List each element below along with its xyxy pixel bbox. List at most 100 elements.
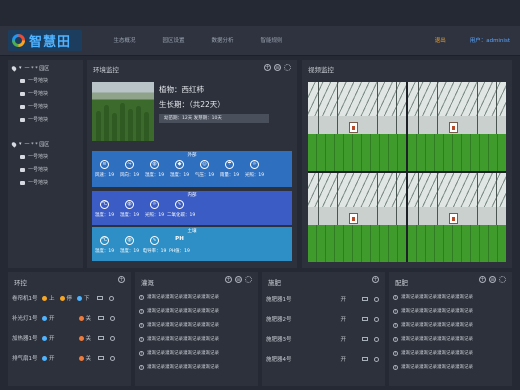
log-item[interactable]: ! 灌溉记录灌溉记录灌溉记录灌溉记录 bbox=[393, 350, 473, 356]
settings-icon[interactable] bbox=[110, 335, 116, 341]
log-item[interactable]: ! 灌溉记录灌溉记录灌溉记录灌溉记录 bbox=[139, 336, 219, 342]
panel-actions: + ≡ bbox=[479, 276, 506, 283]
control-row: 加热器1号 开 关 bbox=[12, 334, 116, 342]
greenhouse-rib bbox=[376, 173, 378, 227]
settings-icon[interactable] bbox=[108, 295, 114, 301]
sensor: ☼ 光照：19 bbox=[242, 160, 267, 178]
camera-feed[interactable] bbox=[308, 82, 406, 171]
control-option[interactable]: 开 bbox=[49, 314, 55, 322]
list-icon[interactable]: ≡ bbox=[274, 64, 281, 71]
gear-icon[interactable] bbox=[499, 276, 506, 283]
panel-actions: + bbox=[118, 276, 125, 283]
add-icon[interactable]: + bbox=[118, 276, 125, 283]
device-state[interactable]: 开 bbox=[340, 315, 346, 323]
gear-icon[interactable] bbox=[284, 64, 291, 71]
log-text: 灌溉记录灌溉记录灌溉记录灌溉记录 bbox=[401, 295, 473, 300]
folder-icon bbox=[20, 91, 25, 96]
tree-group[interactable]: ▾ 一 * * 园区 bbox=[8, 138, 83, 150]
tree-item[interactable]: 一号地块 bbox=[8, 163, 83, 176]
log-item[interactable]: ! 灌溉记录灌溉记录灌溉记录灌溉记录 bbox=[393, 322, 473, 328]
status-led[interactable] bbox=[59, 295, 65, 301]
status-led[interactable] bbox=[77, 295, 83, 301]
toggle-icon[interactable] bbox=[362, 357, 368, 361]
tree-item[interactable]: 一号地块 bbox=[8, 100, 83, 113]
list-icon[interactable]: ≡ bbox=[235, 276, 242, 283]
device-state[interactable]: 开 bbox=[340, 355, 346, 363]
nav-item-data-analysis[interactable]: 数据分析 bbox=[198, 26, 247, 56]
status-led[interactable] bbox=[42, 355, 47, 361]
toggle-icon[interactable] bbox=[98, 356, 105, 360]
log-item[interactable]: ! 灌溉记录灌溉记录灌溉记录灌溉记录 bbox=[139, 308, 219, 314]
control-option[interactable]: 关 bbox=[86, 334, 92, 342]
camera-feed[interactable] bbox=[408, 173, 506, 262]
user-name[interactable]: 用户：administ bbox=[470, 26, 510, 56]
greenhouse-rib bbox=[496, 173, 498, 227]
tree-item[interactable]: 一号地块 bbox=[8, 113, 83, 126]
control-option[interactable]: 停 bbox=[67, 294, 73, 302]
toggle-icon[interactable] bbox=[98, 336, 105, 340]
nav-item-park-settings[interactable]: 园区设置 bbox=[149, 26, 198, 56]
settings-icon[interactable] bbox=[110, 355, 116, 361]
caret-down-icon[interactable]: ▾ bbox=[19, 65, 22, 71]
device-state[interactable]: 开 bbox=[340, 295, 346, 303]
control-option[interactable]: 关 bbox=[86, 314, 92, 322]
device-state[interactable]: 开 bbox=[340, 335, 346, 343]
settings-icon[interactable] bbox=[374, 296, 379, 302]
toggle-icon[interactable] bbox=[96, 296, 103, 300]
log-text: 灌溉记录灌溉记录灌溉记录灌溉记录 bbox=[147, 309, 219, 314]
settings-icon[interactable] bbox=[374, 336, 379, 342]
tree-item[interactable]: 一号地块 bbox=[8, 87, 83, 100]
tree-item[interactable]: 一号地块 bbox=[8, 150, 83, 163]
status-led[interactable] bbox=[42, 315, 47, 321]
toggle-icon[interactable] bbox=[362, 297, 368, 301]
tree-gap bbox=[8, 126, 83, 136]
toggle-icon[interactable] bbox=[362, 317, 368, 321]
tree-item[interactable]: 一号地块 bbox=[8, 74, 83, 87]
log-item[interactable]: ! 灌溉记录灌溉记录灌溉记录灌溉记录 bbox=[139, 322, 219, 328]
log-item[interactable]: ! 灌溉记录灌溉记录灌溉记录灌溉记录 bbox=[139, 294, 219, 300]
status-led[interactable] bbox=[78, 355, 84, 361]
log-item[interactable]: ! 灌溉记录灌溉记录灌溉记录灌溉记录 bbox=[139, 350, 219, 356]
camera-feed[interactable] bbox=[408, 82, 506, 171]
caret-down-icon[interactable]: ▾ bbox=[19, 141, 22, 147]
plant-photo bbox=[92, 82, 154, 141]
log-item[interactable]: ! 灌溉记录灌溉记录灌溉记录灌溉记录 bbox=[393, 364, 473, 370]
add-icon[interactable]: + bbox=[372, 276, 379, 283]
toggle-icon[interactable] bbox=[362, 337, 368, 341]
greenhouse-rib bbox=[396, 82, 398, 136]
status-led[interactable] bbox=[78, 335, 84, 341]
logo-text: 智慧田 bbox=[29, 35, 72, 50]
nav-item-overview[interactable]: 生态概况 bbox=[100, 26, 149, 56]
log-item[interactable]: ! 灌溉记录灌溉记录灌溉记录灌溉记录 bbox=[139, 364, 219, 370]
nav-item-smart-rules[interactable]: 智能规则 bbox=[247, 26, 296, 56]
sensor: ◎ 气压：19 bbox=[192, 160, 217, 178]
log-item[interactable]: ! 灌溉记录灌溉记录灌溉记录灌溉记录 bbox=[393, 336, 473, 342]
status-led[interactable] bbox=[78, 315, 84, 321]
control-option[interactable]: 关 bbox=[86, 354, 92, 362]
logo[interactable]: 智慧田 bbox=[8, 30, 82, 51]
log-item[interactable]: ! 灌溉记录灌溉记录灌溉记录灌溉记录 bbox=[393, 308, 473, 314]
tree-item[interactable]: 一号地块 bbox=[8, 176, 83, 189]
settings-icon[interactable] bbox=[374, 356, 379, 362]
tree-item-label: 一号地块 bbox=[28, 91, 49, 97]
log-item[interactable]: ! 灌溉记录灌溉记录灌溉记录灌溉记录 bbox=[393, 294, 473, 300]
control-option[interactable]: 开 bbox=[49, 334, 55, 342]
status-led[interactable] bbox=[42, 295, 47, 301]
camera-feed[interactable] bbox=[308, 173, 406, 262]
settings-icon[interactable] bbox=[110, 315, 116, 321]
control-option[interactable]: 下 bbox=[84, 294, 90, 302]
logout-link[interactable]: 退出 bbox=[435, 26, 446, 56]
gear-icon[interactable] bbox=[245, 276, 252, 283]
control-option[interactable]: 上 bbox=[49, 294, 55, 302]
tree-group[interactable]: ▾ 一 * * 园区 bbox=[8, 62, 83, 74]
control-option[interactable]: 开 bbox=[49, 354, 55, 362]
camera-grid bbox=[308, 82, 506, 262]
add-icon[interactable]: + bbox=[479, 276, 486, 283]
add-icon[interactable]: + bbox=[225, 276, 232, 283]
list-icon[interactable]: ≡ bbox=[489, 276, 496, 283]
tree-item-label: 一号地块 bbox=[28, 104, 49, 110]
settings-icon[interactable] bbox=[374, 316, 379, 322]
toggle-icon[interactable] bbox=[98, 316, 105, 320]
status-led[interactable] bbox=[42, 335, 47, 341]
add-icon[interactable]: + bbox=[264, 64, 271, 71]
